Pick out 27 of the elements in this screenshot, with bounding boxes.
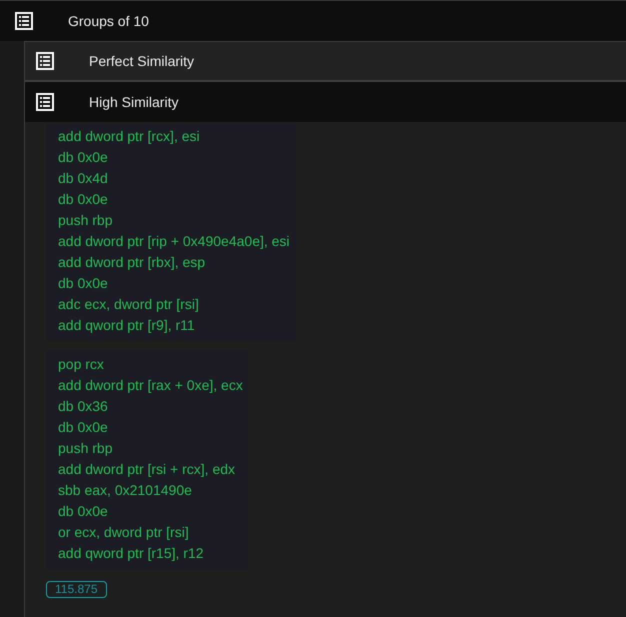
list-icon xyxy=(36,93,54,111)
list-icon xyxy=(15,12,33,30)
code-line: db 0x0e xyxy=(58,274,109,293)
code-line: db 0x36 xyxy=(58,397,109,416)
code-line: add qword ptr [r9], r11 xyxy=(58,316,196,335)
section-header[interactable]: High Similarity xyxy=(25,82,626,122)
code-line: add dword ptr [rsi + rcx], edx xyxy=(58,460,236,479)
code-line: add qword ptr [r15], r12 xyxy=(58,544,205,563)
code-line: add dword ptr [rcx], esi xyxy=(58,127,201,146)
code-line: or ecx, dword ptr [rsi] xyxy=(58,523,190,542)
code-line: db 0x0e xyxy=(58,190,109,209)
code-line: db 0x0e xyxy=(58,418,109,437)
code-line: push rbp xyxy=(58,439,114,458)
code-line: add dword ptr [rax + 0xe], ecx xyxy=(58,376,243,395)
code-line: db 0x0e xyxy=(58,148,109,167)
code-line: sbb eax, 0x2101490e xyxy=(58,481,193,500)
code-line: add dword ptr [rip + 0x490e4a0e], esi xyxy=(58,232,290,251)
code-line: push rbp xyxy=(58,211,114,230)
code-line: db 0x4d xyxy=(58,169,109,188)
list-icon xyxy=(36,52,54,70)
code-line: adc ecx, dword ptr [rsi] xyxy=(58,295,200,314)
code-line: pop rcx xyxy=(58,355,105,374)
score-badge: 115.875 xyxy=(46,581,106,598)
code-line: db 0x0e xyxy=(58,502,109,521)
section-header[interactable]: Perfect Similarity xyxy=(25,41,626,82)
code-line: add dword ptr [rbx], esp xyxy=(58,253,206,272)
group-header[interactable]: Groups of 10 xyxy=(0,1,626,41)
